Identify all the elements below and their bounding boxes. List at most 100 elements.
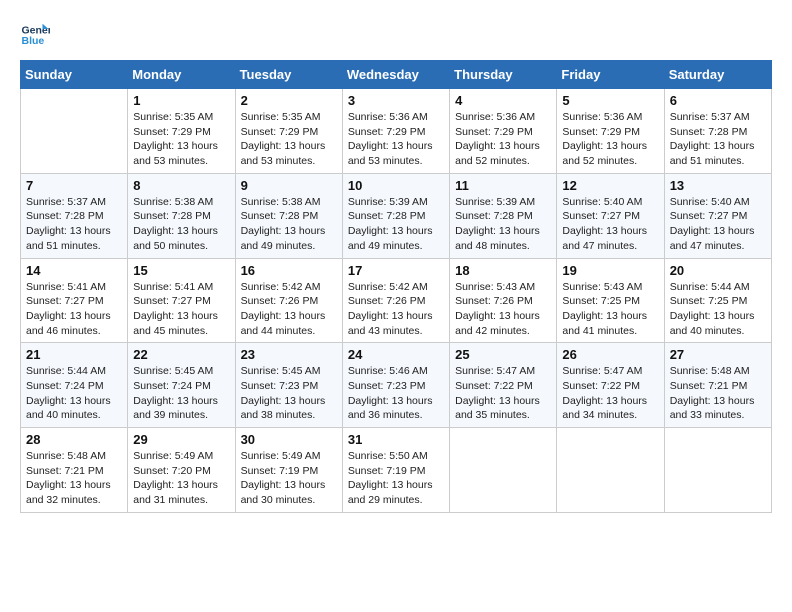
day-number: 23 — [241, 347, 337, 362]
calendar-table: SundayMondayTuesdayWednesdayThursdayFrid… — [20, 60, 772, 513]
day-number: 3 — [348, 93, 444, 108]
cell-info: Sunrise: 5:40 AMSunset: 7:27 PMDaylight:… — [562, 195, 658, 254]
cell-info: Sunrise: 5:41 AMSunset: 7:27 PMDaylight:… — [133, 280, 229, 339]
calendar-cell: 14Sunrise: 5:41 AMSunset: 7:27 PMDayligh… — [21, 258, 128, 343]
calendar-cell: 17 Sunrise: 5:42 AMSunset: 7:26 PMDayligh… — [342, 258, 449, 343]
cell-info: Sunrise: 5:43 AMSunset: 7:25 PMDaylight:… — [562, 280, 658, 339]
calendar-cell — [664, 428, 771, 513]
cell-info: Sunrise: 5:42 AMSunset: 7:26 PMDaylight:… — [348, 280, 444, 339]
svg-text:Blue: Blue — [22, 35, 45, 47]
header-thursday: Thursday — [450, 61, 557, 89]
week-row-3: 21Sunrise: 5:44 AMSunset: 7:24 PMDayligh… — [21, 343, 772, 428]
calendar-cell: 7Sunrise: 5:37 AMSunset: 7:28 PMDaylight… — [21, 173, 128, 258]
calendar-cell: 27 Sunrise: 5:48 AMSunset: 7:21 PMDayligh… — [664, 343, 771, 428]
cell-info: Sunrise: 5:42 AMSunset: 7:26 PMDaylight:… — [241, 280, 337, 339]
calendar-cell: 30 Sunrise: 5:49 AMSunset: 7:19 PMDayligh… — [235, 428, 342, 513]
cell-info: Sunrise: 5:37 AMSunset: 7:28 PMDaylight:… — [670, 110, 766, 169]
calendar-cell: 3 Sunrise: 5:36 AMSunset: 7:29 PMDaylight… — [342, 89, 449, 174]
day-number: 15 — [133, 263, 229, 278]
calendar-cell: 25Sunrise: 5:47 AMSunset: 7:22 PMDayligh… — [450, 343, 557, 428]
calendar-cell: 9 Sunrise: 5:38 AMSunset: 7:28 PMDaylight… — [235, 173, 342, 258]
calendar-cell: 15 Sunrise: 5:41 AMSunset: 7:27 PMDayligh… — [128, 258, 235, 343]
day-number: 4 — [455, 93, 551, 108]
day-number: 17 — [348, 263, 444, 278]
day-number: 12 — [562, 178, 658, 193]
header-wednesday: Wednesday — [342, 61, 449, 89]
week-row-2: 14 Sunrise: 5:41 AMSunset: 7:27 PMDayligh… — [21, 258, 772, 343]
week-row-4: 28Sunrise: 5:48 AMSunset: 7:21 PMDayligh… — [21, 428, 772, 513]
calendar-cell: 19 Sunrise: 5:43 AMSunset: 7:25 PMDayligh… — [557, 258, 664, 343]
day-number: 27 — [670, 347, 766, 362]
header-tuesday: Tuesday — [235, 61, 342, 89]
logo: General Blue — [20, 20, 56, 50]
calendar-cell: 4 Sunrise: 5:36 AMSunset: 7:29 PMDaylight… — [450, 89, 557, 174]
day-number: 14 — [26, 263, 122, 278]
calendar-cell: 31Sunrise: 5:50 AMSunset: 7:19 PMDayligh… — [342, 428, 449, 513]
cell-info: Sunrise: 5:35 AMSunset: 7:29 PMDaylight:… — [241, 110, 337, 169]
page-header: General Blue — [20, 20, 772, 50]
cell-info: Sunrise: 5:49 AMSunset: 7:20 PMDaylight:… — [133, 449, 229, 508]
cell-info: Sunrise: 5:47 AMSunset: 7:22 PMDaylight:… — [562, 364, 658, 423]
calendar-cell — [21, 89, 128, 174]
calendar-cell: 18 Sunrise: 5:43 AMSunset: 7:26 PMDayligh… — [450, 258, 557, 343]
header-sunday: Sunday — [21, 61, 128, 89]
cell-info: Sunrise: 5:49 AMSunset: 7:19 PMDaylight:… — [241, 449, 337, 508]
cell-info: Sunrise: 5:44 AMSunset: 7:25 PMDaylight:… — [670, 280, 766, 339]
cell-info: Sunrise: 5:50 AMSunset: 7:19 PMDaylight:… — [348, 449, 444, 508]
day-number: 16 — [241, 263, 337, 278]
cell-info: Sunrise: 5:43 AMSunset: 7:26 PMDaylight:… — [455, 280, 551, 339]
day-number: 5 — [562, 93, 658, 108]
cell-info: Sunrise: 5:36 AMSunset: 7:29 PMDaylight:… — [455, 110, 551, 169]
cell-info: Sunrise: 5:36 AMSunset: 7:29 PMDaylight:… — [562, 110, 658, 169]
cell-info: Sunrise: 5:38 AMSunset: 7:28 PMDaylight:… — [133, 195, 229, 254]
calendar-cell: 29 Sunrise: 5:49 AMSunset: 7:20 PMDayligh… — [128, 428, 235, 513]
day-number: 20 — [670, 263, 766, 278]
calendar-cell: 26Sunrise: 5:47 AMSunset: 7:22 PMDayligh… — [557, 343, 664, 428]
cell-info: Sunrise: 5:37 AMSunset: 7:28 PMDaylight:… — [26, 195, 122, 254]
week-row-1: 7Sunrise: 5:37 AMSunset: 7:28 PMDaylight… — [21, 173, 772, 258]
cell-info: Sunrise: 5:40 AMSunset: 7:27 PMDaylight:… — [670, 195, 766, 254]
calendar-cell: 2 Sunrise: 5:35 AMSunset: 7:29 PMDaylight… — [235, 89, 342, 174]
calendar-cell: 8 Sunrise: 5:38 AMSunset: 7:28 PMDaylight… — [128, 173, 235, 258]
day-number: 22 — [133, 347, 229, 362]
week-row-0: 1Sunrise: 5:35 AMSunset: 7:29 PMDaylight… — [21, 89, 772, 174]
day-number: 13 — [670, 178, 766, 193]
cell-info: Sunrise: 5:46 AMSunset: 7:23 PMDaylight:… — [348, 364, 444, 423]
cell-info: Sunrise: 5:45 AMSunset: 7:24 PMDaylight:… — [133, 364, 229, 423]
header-monday: Monday — [128, 61, 235, 89]
day-number: 9 — [241, 178, 337, 193]
cell-info: Sunrise: 5:45 AMSunset: 7:23 PMDaylight:… — [241, 364, 337, 423]
calendar-cell: 20 Sunrise: 5:44 AMSunset: 7:25 PMDayligh… — [664, 258, 771, 343]
calendar-cell: 11 Sunrise: 5:39 AMSunset: 7:28 PMDayligh… — [450, 173, 557, 258]
day-number: 2 — [241, 93, 337, 108]
day-number: 18 — [455, 263, 551, 278]
cell-info: Sunrise: 5:39 AMSunset: 7:28 PMDaylight:… — [348, 195, 444, 254]
calendar-cell: 10 Sunrise: 5:39 AMSunset: 7:28 PMDayligh… — [342, 173, 449, 258]
calendar-cell: 1Sunrise: 5:35 AMSunset: 7:29 PMDaylight… — [128, 89, 235, 174]
cell-info: Sunrise: 5:35 AMSunset: 7:29 PMDaylight:… — [133, 110, 229, 169]
day-number: 11 — [455, 178, 551, 193]
day-number: 29 — [133, 432, 229, 447]
day-number: 21 — [26, 347, 122, 362]
cell-info: Sunrise: 5:38 AMSunset: 7:28 PMDaylight:… — [241, 195, 337, 254]
calendar-cell: 13 Sunrise: 5:40 AMSunset: 7:27 PMDayligh… — [664, 173, 771, 258]
calendar-cell: 28Sunrise: 5:48 AMSunset: 7:21 PMDayligh… — [21, 428, 128, 513]
calendar-cell — [557, 428, 664, 513]
cell-info: Sunrise: 5:48 AMSunset: 7:21 PMDaylight:… — [670, 364, 766, 423]
calendar-cell: 21Sunrise: 5:44 AMSunset: 7:24 PMDayligh… — [21, 343, 128, 428]
cell-info: Sunrise: 5:39 AMSunset: 7:28 PMDaylight:… — [455, 195, 551, 254]
logo-icon: General Blue — [20, 20, 50, 50]
day-number: 10 — [348, 178, 444, 193]
day-number: 8 — [133, 178, 229, 193]
day-number: 25 — [455, 347, 551, 362]
cell-info: Sunrise: 5:36 AMSunset: 7:29 PMDaylight:… — [348, 110, 444, 169]
calendar-cell: 12 Sunrise: 5:40 AMSunset: 7:27 PMDayligh… — [557, 173, 664, 258]
day-number: 19 — [562, 263, 658, 278]
header-friday: Friday — [557, 61, 664, 89]
calendar-cell — [450, 428, 557, 513]
calendar-header-row: SundayMondayTuesdayWednesdayThursdayFrid… — [21, 61, 772, 89]
calendar-cell: 23 Sunrise: 5:45 AMSunset: 7:23 PMDayligh… — [235, 343, 342, 428]
calendar-cell: 24Sunrise: 5:46 AMSunset: 7:23 PMDayligh… — [342, 343, 449, 428]
day-number: 30 — [241, 432, 337, 447]
calendar-cell: 6Sunrise: 5:37 AMSunset: 7:28 PMDaylight… — [664, 89, 771, 174]
